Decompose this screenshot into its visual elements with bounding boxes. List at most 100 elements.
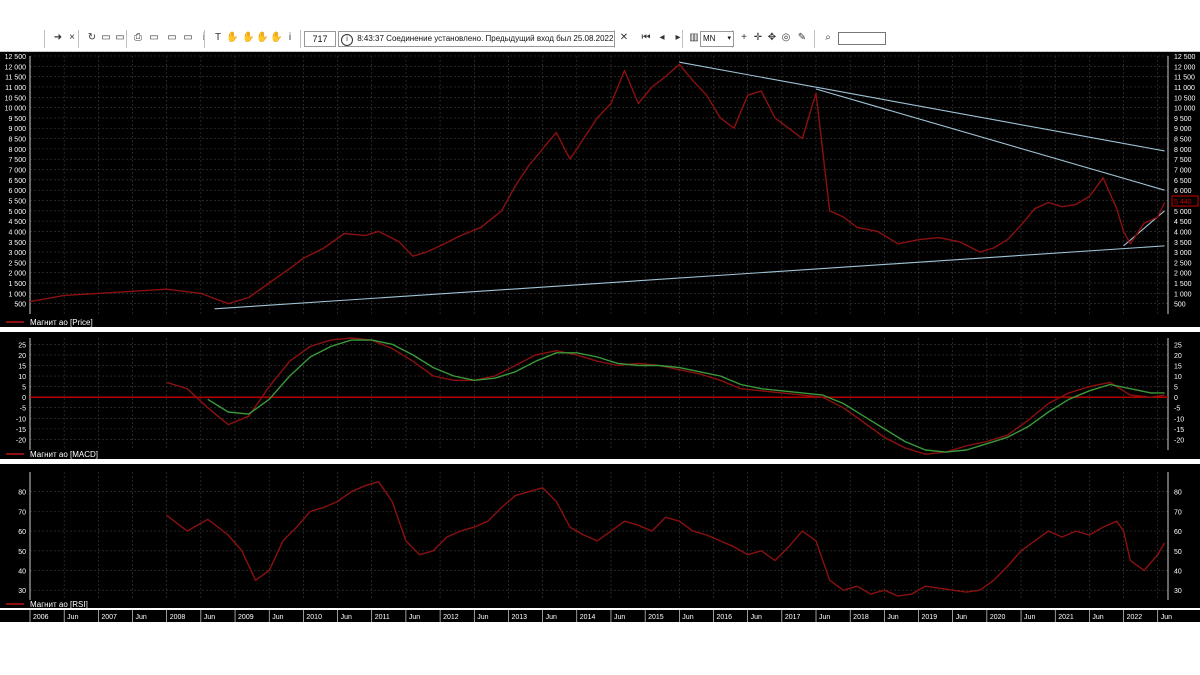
x-tick-label: 2016 bbox=[716, 614, 732, 621]
y-tick-label-right: 60 bbox=[1174, 529, 1182, 536]
rsi-legend: Магнит ао [RSI] bbox=[30, 600, 88, 609]
y-tick-label-right: -20 bbox=[1174, 437, 1184, 444]
prev-icon[interactable]: ◂ bbox=[656, 32, 668, 44]
window-icon[interactable]: ▭ bbox=[166, 32, 178, 44]
y-tick-label-left: 60 bbox=[18, 529, 26, 536]
search-icon[interactable]: ⌕ bbox=[822, 32, 834, 44]
y-tick-label-left: 5 500 bbox=[8, 198, 26, 205]
x-tick-label: Jun bbox=[136, 614, 147, 621]
x-icon[interactable]: × bbox=[66, 32, 78, 44]
x-tick-label: 2013 bbox=[511, 614, 527, 621]
y-tick-label-left: 3 500 bbox=[8, 240, 26, 247]
y-tick-label-right: 6 000 bbox=[1174, 188, 1192, 195]
y-tick-label-right: -10 bbox=[1174, 416, 1184, 423]
status-time: 8:43:37 bbox=[357, 34, 384, 43]
y-tick-label-right: 11 000 bbox=[1174, 85, 1195, 92]
y-tick-label-left: 11 000 bbox=[5, 85, 26, 92]
chevron-down-icon: ▾ bbox=[727, 35, 731, 42]
toolbar-separator bbox=[814, 30, 815, 48]
x-tick-label: 2014 bbox=[580, 614, 596, 621]
y-tick-label-right: 25 bbox=[1174, 342, 1182, 349]
info-icon[interactable]: i bbox=[284, 32, 296, 44]
move-icon[interactable]: ✥ bbox=[766, 32, 778, 44]
x-tick-label: Jun bbox=[956, 614, 967, 621]
y-tick-label-right: 20 bbox=[1174, 353, 1182, 360]
panel-divider bbox=[0, 459, 1200, 464]
panel-divider bbox=[0, 327, 1200, 332]
last-price-label: 5 440 bbox=[1174, 199, 1192, 206]
info-icon: i bbox=[341, 34, 353, 46]
y-tick-label-right: 6 500 bbox=[1174, 178, 1192, 185]
y-tick-label-right: 15 bbox=[1174, 363, 1182, 370]
y-tick-label-left: 7 000 bbox=[8, 168, 26, 175]
search-input[interactable] bbox=[838, 32, 886, 45]
window-icon[interactable]: ▭ bbox=[114, 32, 126, 44]
y-tick-label-left: -5 bbox=[20, 406, 26, 413]
chart-svg[interactable]: 5005001 0001 0001 5001 5002 0002 0002 50… bbox=[0, 52, 1200, 622]
period-label: MN bbox=[703, 34, 716, 43]
x-tick-label: 2018 bbox=[853, 614, 869, 621]
refresh-icon[interactable]: ↻ bbox=[86, 32, 98, 44]
y-tick-label-right: 12 000 bbox=[1174, 64, 1196, 71]
cross-icon[interactable]: ✛ bbox=[752, 32, 764, 44]
number-box[interactable]: 717 bbox=[304, 31, 336, 47]
plus-icon[interactable]: + bbox=[738, 32, 750, 44]
target-icon[interactable]: ◎ bbox=[780, 32, 792, 44]
x-tick-label: Jun bbox=[341, 614, 352, 621]
ruler-icon[interactable]: ✎ bbox=[796, 32, 808, 44]
window-icon[interactable]: ▭ bbox=[182, 32, 194, 44]
y-tick-label-left: 0 bbox=[22, 395, 26, 402]
x-tick-label: 2021 bbox=[1058, 614, 1074, 621]
x-tick-label: 2010 bbox=[306, 614, 322, 621]
status-box[interactable]: i 8:43:37 Соединение установлено. Предыд… bbox=[338, 31, 615, 47]
y-tick-label-left: 6 500 bbox=[8, 178, 26, 185]
y-tick-label-left: 10 000 bbox=[5, 106, 27, 113]
bar-chart-icon[interactable]: ▥ bbox=[688, 32, 700, 44]
x-tick-label: Jun bbox=[409, 614, 420, 621]
macd-legend: Магнит ао [MACD] bbox=[30, 450, 98, 459]
y-tick-label-left: 15 bbox=[18, 363, 26, 370]
hand-icon[interactable]: ✋ bbox=[270, 32, 282, 44]
arrow-right-icon[interactable]: ➜ bbox=[52, 32, 64, 44]
x-tick-label: 2007 bbox=[101, 614, 117, 621]
y-tick-label-left: 80 bbox=[18, 490, 26, 497]
y-tick-label-left: 4 500 bbox=[8, 219, 26, 226]
y-tick-label-right: 70 bbox=[1174, 509, 1182, 516]
y-tick-label-right: 8 000 bbox=[1174, 147, 1192, 154]
x-tick-label: Jun bbox=[682, 614, 693, 621]
y-tick-label-right: 8 500 bbox=[1174, 137, 1192, 144]
print-icon[interactable]: ⎙ bbox=[132, 32, 144, 44]
window-icon[interactable]: ▭ bbox=[148, 32, 160, 44]
y-tick-label-left: 11 500 bbox=[5, 75, 26, 82]
y-tick-label-left: 2 000 bbox=[8, 271, 26, 278]
x-tick-label: 2017 bbox=[785, 614, 801, 621]
chart-area[interactable]: 500 500 1 000 1 000 1 500 1 500 2 000 2 000 2 50… bbox=[0, 52, 1200, 622]
y-tick-label-right: 12 500 bbox=[1174, 54, 1196, 61]
x-tick-label: Jun bbox=[477, 614, 488, 621]
y-tick-label-right: 2 000 bbox=[1174, 271, 1192, 278]
close-icon[interactable]: ✕ bbox=[618, 32, 630, 44]
hand-icon[interactable]: ✋ bbox=[256, 32, 268, 44]
hand-icon[interactable]: ✋ bbox=[242, 32, 254, 44]
x-tick-label: 2012 bbox=[443, 614, 459, 621]
y-tick-label-right: 30 bbox=[1174, 588, 1182, 595]
toolbar-separator bbox=[44, 30, 45, 48]
y-tick-label-right: 11 500 bbox=[1174, 75, 1195, 82]
text-icon[interactable]: T bbox=[212, 32, 224, 44]
hand-icon[interactable]: ✋ bbox=[226, 32, 238, 44]
y-tick-label-right: 5 000 bbox=[1174, 209, 1192, 216]
window-icon[interactable]: ▭ bbox=[100, 32, 112, 44]
y-tick-label-left: 9 000 bbox=[8, 126, 26, 133]
y-tick-label-left: 50 bbox=[18, 549, 26, 556]
y-tick-label-right: 3 500 bbox=[1174, 240, 1192, 247]
x-tick-label: Jun bbox=[1092, 614, 1103, 621]
y-tick-label-left: 70 bbox=[18, 509, 26, 516]
y-tick-label-right: 10 bbox=[1174, 374, 1182, 381]
x-tick-label: Jun bbox=[1024, 614, 1035, 621]
y-tick-label-left: 4 000 bbox=[8, 229, 26, 236]
y-tick-label-left: 12 000 bbox=[5, 64, 27, 71]
y-tick-label-left: 10 500 bbox=[5, 95, 27, 102]
y-tick-label-left: 5 bbox=[22, 385, 26, 392]
first-icon[interactable]: ⏮ bbox=[640, 32, 652, 44]
period-select[interactable]: MN ▾ bbox=[700, 31, 734, 47]
